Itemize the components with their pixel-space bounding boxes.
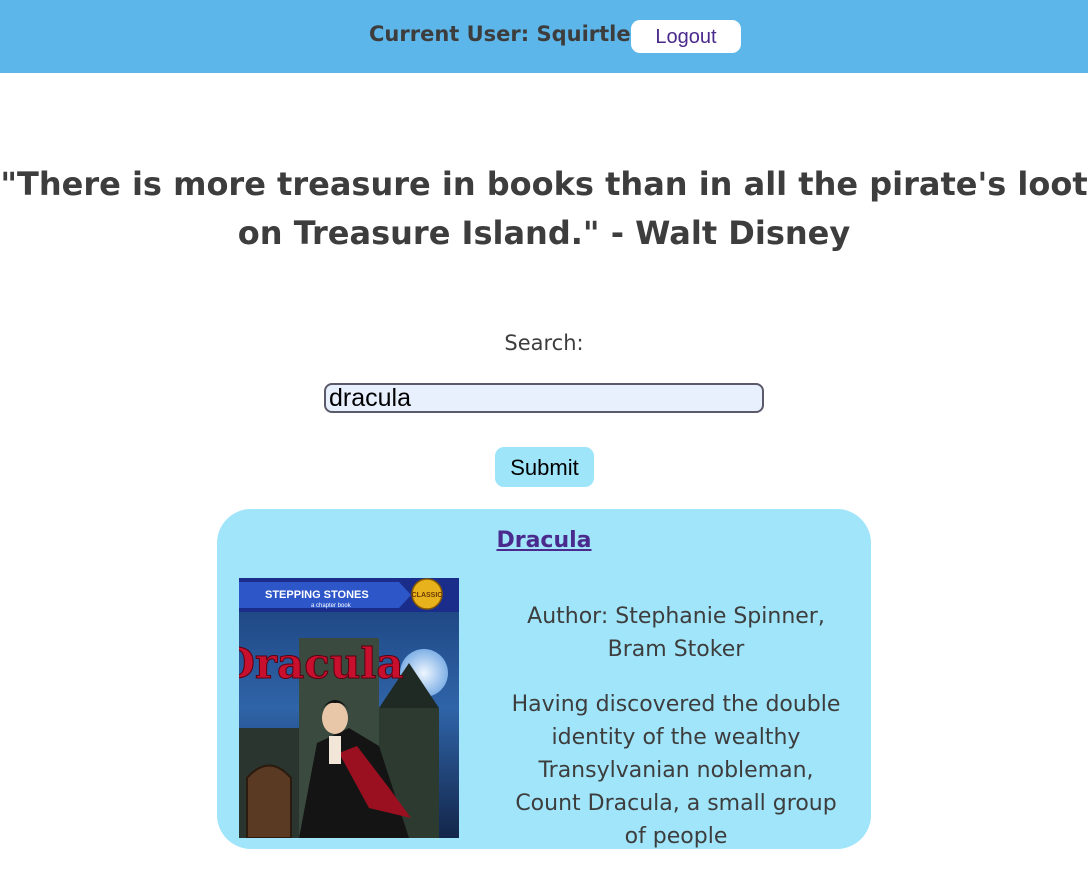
book-cover-image[interactable]: STEPPING STONES a chapter book CLASSIC D… (239, 578, 459, 838)
cover-title-text: Dracula (239, 639, 404, 688)
top-bar: Current User: Squirtle Logout (0, 0, 1088, 73)
book-info: Author: Stephanie Spinner, Bram Stoker H… (504, 600, 848, 875)
book-author: Author: Stephanie Spinner, Bram Stoker (527, 604, 825, 662)
cover-series-text: STEPPING STONES (265, 589, 369, 601)
search-input[interactable] (324, 383, 764, 413)
book-description: Having discovered the double identity of… (511, 692, 841, 849)
cover-subtitle-text: a chapter book (311, 603, 352, 609)
book-title-link[interactable]: Dracula (217, 528, 871, 553)
book-result-card: Dracula STEPPING STONES a chapter book C… (217, 509, 871, 849)
quote-heading: "There is more treasure in books than in… (0, 165, 1088, 252)
search-label: Search: (504, 331, 584, 355)
cover-badge-text: CLASSIC (412, 592, 443, 599)
current-user-label: Current User: Squirtle (369, 22, 631, 46)
logout-button[interactable]: Logout (631, 20, 741, 53)
submit-button[interactable]: Submit (495, 447, 594, 487)
